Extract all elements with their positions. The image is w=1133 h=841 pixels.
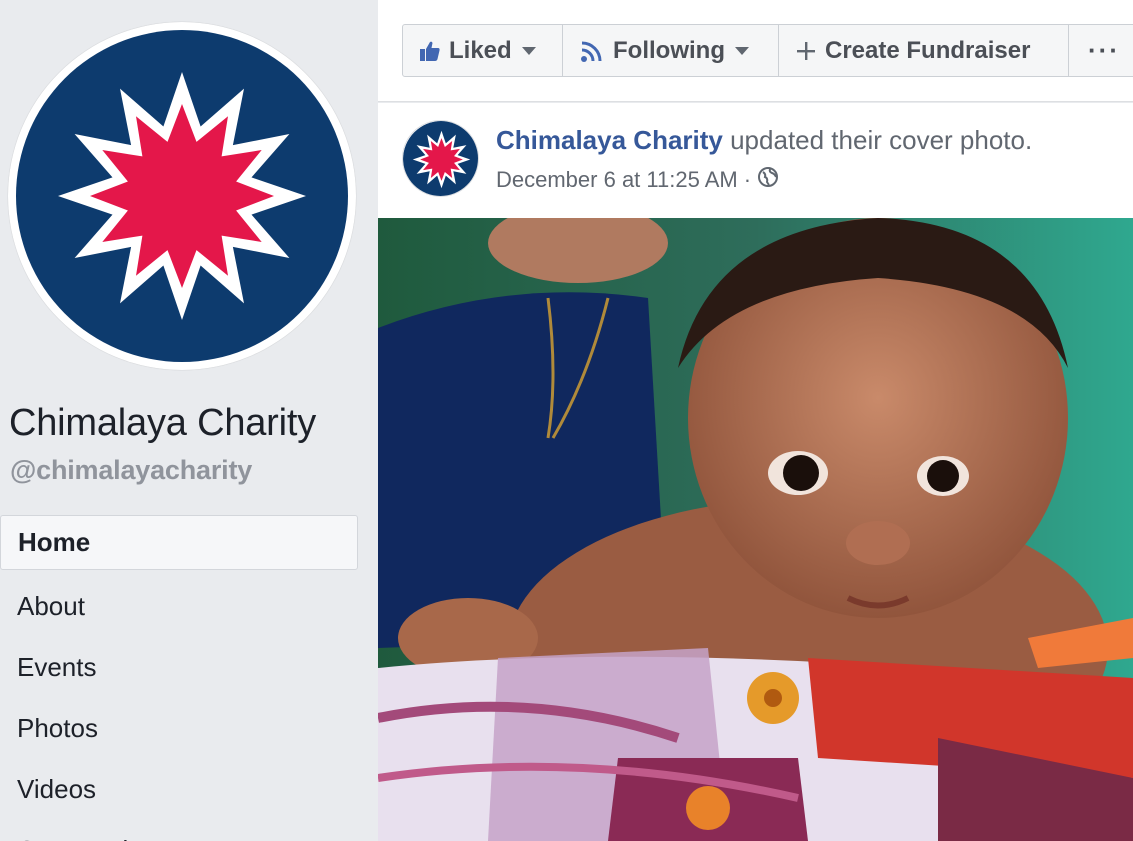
post-action-text: updated their cover photo. [722,125,1033,155]
post-meta: December 6 at 11:25 AM · [496,166,779,194]
post-author-link[interactable]: Chimalaya Charity [496,125,723,155]
nav-item-home[interactable]: Home [0,515,358,570]
sidebar: Chimalaya Charity @chimalayacharity Home… [0,0,378,841]
liked-label: Liked [449,36,512,64]
post-headline: Chimalaya Charity updated their cover ph… [496,125,1032,156]
plus-icon [795,40,817,62]
nav-item-videos[interactable]: Videos [0,759,358,820]
more-options-button[interactable]: ··· [1069,25,1133,76]
post-header: Chimalaya Charity updated their cover ph… [378,103,1133,218]
liked-button[interactable]: Liked [403,25,563,76]
nav-item-about[interactable]: About [0,576,358,637]
page-handle[interactable]: @chimalayacharity [10,455,252,486]
create-fundraiser-button[interactable]: Create Fundraiser [779,25,1069,76]
charity-logo-icon [403,121,478,196]
meta-separator: · [743,167,752,192]
chevron-down-icon [734,46,749,55]
create-fundraiser-label: Create Fundraiser [825,36,1031,64]
following-button[interactable]: Following [563,25,779,76]
page-nav: Home About Events Photos Videos Communit… [0,515,358,841]
cover-photo[interactable] [378,218,1133,841]
rss-icon [579,38,605,64]
main-column: Liked Following Create Fundraiser ··· Ch… [378,0,1133,841]
post-timestamp[interactable]: December 6 at 11:25 AM [496,167,738,193]
page-title: Chimalaya Charity [9,402,317,444]
nav-item-photos[interactable]: Photos [0,698,358,759]
nav-item-events[interactable]: Events [0,637,358,698]
profile-picture[interactable] [8,22,356,370]
following-label: Following [613,36,725,64]
chevron-down-icon [521,46,536,55]
action-button-group: Liked Following Create Fundraiser ··· [402,24,1133,77]
nav-item-community[interactable]: Community [0,820,358,841]
charity-logo-icon [16,30,348,362]
thumbs-up-icon [419,40,441,62]
post-author-avatar[interactable] [402,120,479,197]
baby-photo-image [378,218,1133,841]
page-action-bar: Liked Following Create Fundraiser ··· [378,0,1133,102]
globe-icon[interactable] [757,166,779,194]
